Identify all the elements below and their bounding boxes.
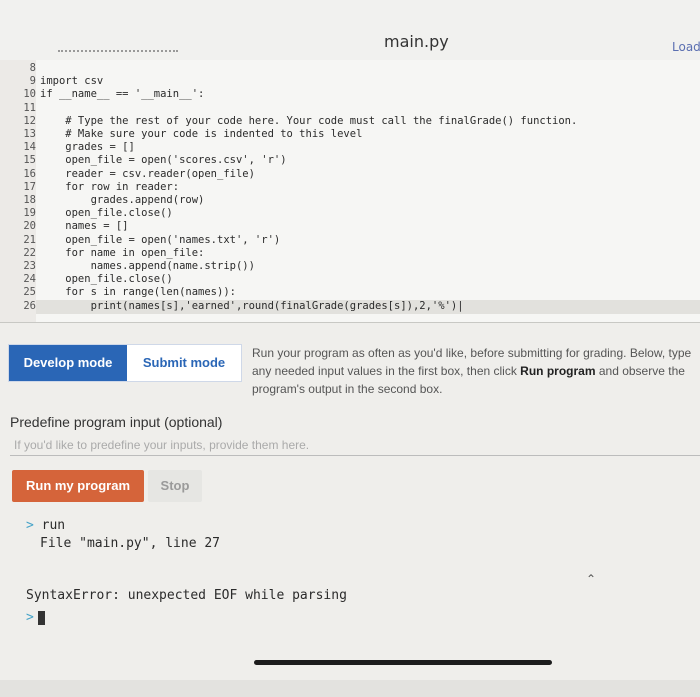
code-line: 14 grades = [] bbox=[0, 141, 700, 154]
line-number: 9 bbox=[29, 75, 36, 88]
file-name: main.py bbox=[384, 32, 449, 51]
code-text: open_file.close() bbox=[40, 273, 173, 286]
code-line: 12 # Type the rest of your code here. Yo… bbox=[0, 115, 700, 128]
code-line: 16 reader = csv.reader(open_file) bbox=[0, 168, 700, 181]
stop-button[interactable]: Stop bbox=[148, 470, 202, 502]
line-number: 11 bbox=[23, 101, 36, 114]
line-number: 25 bbox=[23, 286, 36, 299]
code-text: for s in range(len(names)): bbox=[40, 286, 236, 299]
line-number: 10 bbox=[23, 88, 36, 101]
submit-mode-tab[interactable]: Submit mode bbox=[127, 345, 241, 381]
code-line: 22 for name in open_file: bbox=[0, 247, 700, 260]
code-text: grades = [] bbox=[40, 141, 135, 154]
code-text: print(names[s],'earned',round(finalGrade… bbox=[40, 299, 464, 312]
code-text: open_file = open('scores.csv', 'r') bbox=[40, 154, 287, 167]
run-my-program-button[interactable]: Run my program bbox=[12, 470, 144, 502]
predefine-input-field[interactable] bbox=[10, 434, 700, 456]
line-number: 23 bbox=[23, 260, 36, 272]
line-number: 20 bbox=[23, 220, 36, 233]
help-text-run-program: Run program bbox=[520, 364, 596, 378]
code-line: 23 names.append(name.strip()) bbox=[0, 260, 700, 273]
code-editor[interactable]: 8 9 import csv 10 if __name__ == '__main__':… bbox=[0, 60, 700, 322]
input-prompt-icon: > bbox=[26, 610, 34, 625]
line-number: 13 bbox=[23, 128, 36, 140]
console-output: > run File "main.py", line 27 SyntaxErro… bbox=[0, 512, 700, 697]
line-number: 17 bbox=[23, 180, 36, 193]
code-text: open_file = open('names.txt', 'r') bbox=[40, 233, 281, 246]
code-text: for row in reader: bbox=[40, 180, 180, 193]
code-line: 13 # Make sure your code is indented to … bbox=[0, 128, 700, 141]
code-text: for name in open_file: bbox=[40, 246, 205, 259]
header-bar: main.py Load bbox=[0, 0, 700, 61]
screen: main.py Load 8 9 import csv 10 if __name__ =… bbox=[0, 0, 700, 697]
code-line: 11 bbox=[0, 102, 700, 115]
code-text: if __name__ == '__main__': bbox=[40, 88, 205, 101]
line-number: 8 bbox=[29, 62, 36, 74]
code-line: 15 open_file = open('scores.csv', 'r') bbox=[0, 154, 700, 167]
code-text: import csv bbox=[40, 75, 104, 88]
line-number: 24 bbox=[23, 273, 36, 286]
home-indicator-bar bbox=[254, 660, 552, 665]
code-text: names = [] bbox=[40, 220, 129, 233]
code-line: 17 for row in reader: bbox=[0, 181, 700, 194]
code-line: 24 open_file.close() bbox=[0, 273, 700, 286]
predefine-input-title: Predefine program input (optional) bbox=[10, 414, 223, 430]
line-number: 12 bbox=[23, 114, 36, 127]
code-line: 25 for s in range(len(names)): bbox=[0, 286, 700, 299]
code-line: 10 if __name__ == '__main__': bbox=[0, 88, 700, 101]
text-cursor bbox=[37, 610, 45, 625]
prompt-chevron-icon: > bbox=[26, 518, 34, 533]
develop-mode-tab[interactable]: Develop mode bbox=[9, 345, 127, 381]
code-text: # Make sure your code is indented to thi… bbox=[40, 128, 363, 140]
mode-toggle: Develop mode Submit mode bbox=[8, 344, 242, 382]
line-number: 18 bbox=[23, 194, 36, 206]
console-run-text: run bbox=[41, 518, 66, 533]
code-text: open_file.close() bbox=[40, 207, 173, 220]
line-number: 14 bbox=[23, 141, 36, 154]
code-line: 9 import csv bbox=[0, 75, 700, 88]
console-line-file: File "main.py", line 27 bbox=[40, 536, 221, 551]
code-line: 18 grades.append(row) bbox=[0, 194, 700, 207]
code-line: 20 names = [] bbox=[0, 220, 700, 233]
line-number: 21 bbox=[23, 233, 36, 246]
code-text: grades.append(row) bbox=[40, 194, 205, 206]
code-line: 8 bbox=[0, 62, 700, 75]
bottom-edge bbox=[0, 680, 700, 697]
code-line: 21 open_file = open('names.txt', 'r') bbox=[0, 234, 700, 247]
line-number: 19 bbox=[23, 207, 36, 220]
line-number: 26 bbox=[23, 299, 36, 312]
code-text: names.append(name.strip()) bbox=[40, 260, 255, 272]
console-input-line[interactable]: > bbox=[26, 610, 45, 625]
code-text: # Type the rest of your code here. Your … bbox=[40, 114, 578, 127]
code-line: 19 open_file.close() bbox=[0, 207, 700, 220]
chevron-up-icon: ⌃ bbox=[586, 572, 597, 586]
help-text: Run your program as often as you'd like,… bbox=[252, 344, 700, 398]
load-link[interactable]: Load bbox=[672, 40, 700, 54]
line-number: 22 bbox=[23, 246, 36, 259]
line-number: 15 bbox=[23, 154, 36, 167]
header-divider bbox=[58, 50, 178, 58]
console-line-error: SyntaxError: unexpected EOF while parsin… bbox=[26, 588, 347, 603]
line-number: 16 bbox=[23, 167, 36, 180]
code-text: reader = csv.reader(open_file) bbox=[40, 167, 255, 180]
console-line-run: > run bbox=[26, 518, 65, 533]
code-line: 26 print(names[s],'earned',round(finalGr… bbox=[0, 300, 700, 313]
